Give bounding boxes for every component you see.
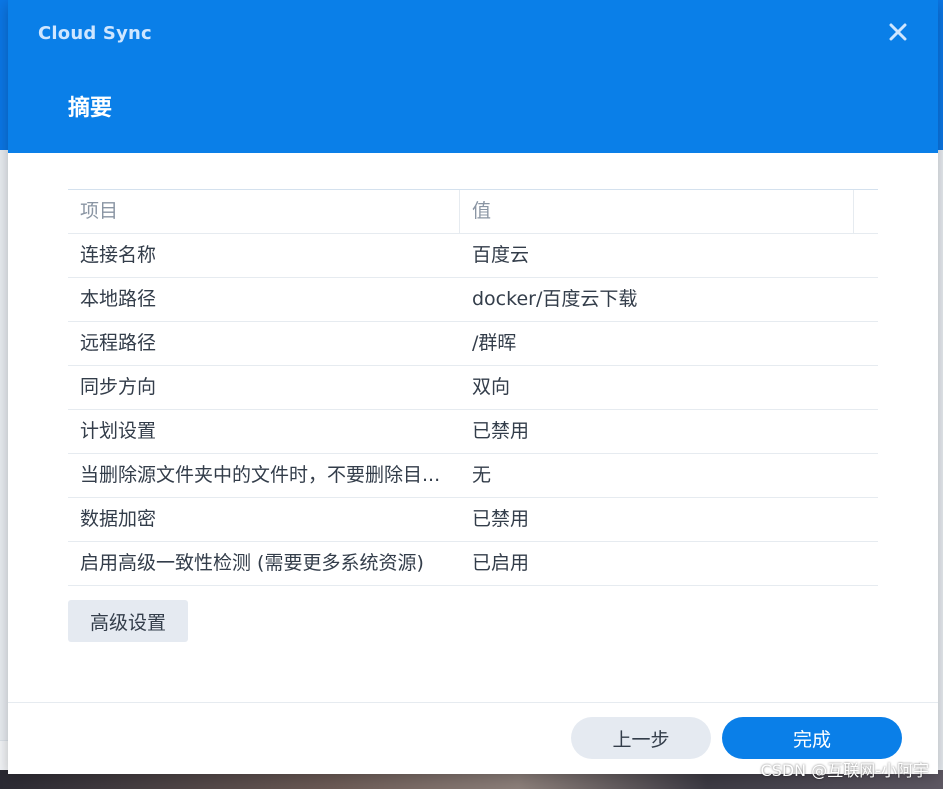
row-value: 百度云: [472, 244, 530, 266]
watermark: CSDN @互联网-小阿宇: [760, 761, 929, 780]
advanced-settings-button[interactable]: 高级设置: [68, 600, 188, 642]
cloud-sync-dialog: Cloud Sync 摘要 项目 值 连接名称 百度云 本地路径 docker/…: [8, 0, 938, 774]
close-icon: [889, 23, 907, 41]
column-header-value[interactable]: 值: [460, 190, 854, 233]
table-header-row: 项目 值: [68, 190, 878, 234]
previous-button[interactable]: 上一步: [571, 717, 711, 759]
table-row: 远程路径 /群晖: [68, 322, 878, 366]
table-row: 启用高级一致性检测 (需要更多系统资源) 已启用: [68, 542, 878, 586]
summary-table: 项目 值 连接名称 百度云 本地路径 docker/百度云下载 远程路径 /群晖…: [68, 189, 878, 586]
table-row: 连接名称 百度云: [68, 234, 878, 278]
row-value: 已启用: [472, 552, 530, 574]
row-value: 已禁用: [472, 508, 530, 530]
finish-button[interactable]: 完成: [722, 717, 902, 759]
row-value: docker/百度云下载: [472, 288, 638, 310]
row-key: 同步方向: [80, 376, 157, 398]
row-value: 双向: [472, 376, 511, 398]
page-title: 摘要: [68, 96, 113, 121]
close-button[interactable]: [886, 20, 910, 44]
table-row: 当删除源文件夹中的文件时，不要删除目... 无: [68, 454, 878, 498]
row-key: 本地路径: [80, 288, 157, 310]
row-value: /群晖: [472, 332, 517, 354]
row-key: 远程路径: [80, 332, 157, 354]
app-title: Cloud Sync: [38, 23, 152, 44]
row-value: 无: [472, 464, 492, 486]
table-row: 计划设置 已禁用: [68, 410, 878, 454]
row-key: 数据加密: [80, 508, 157, 530]
table-row: 本地路径 docker/百度云下载: [68, 278, 878, 322]
table-row: 同步方向 双向: [68, 366, 878, 410]
row-key: 当删除源文件夹中的文件时，不要删除目...: [80, 464, 441, 486]
dialog-header: Cloud Sync 摘要: [8, 0, 938, 153]
row-key: 启用高级一致性检测 (需要更多系统资源): [80, 552, 424, 574]
column-header-item[interactable]: 项目: [68, 190, 460, 233]
row-key: 连接名称: [80, 244, 157, 266]
row-value: 已禁用: [472, 420, 530, 442]
row-key: 计划设置: [80, 420, 157, 442]
table-row: 数据加密 已禁用: [68, 498, 878, 542]
